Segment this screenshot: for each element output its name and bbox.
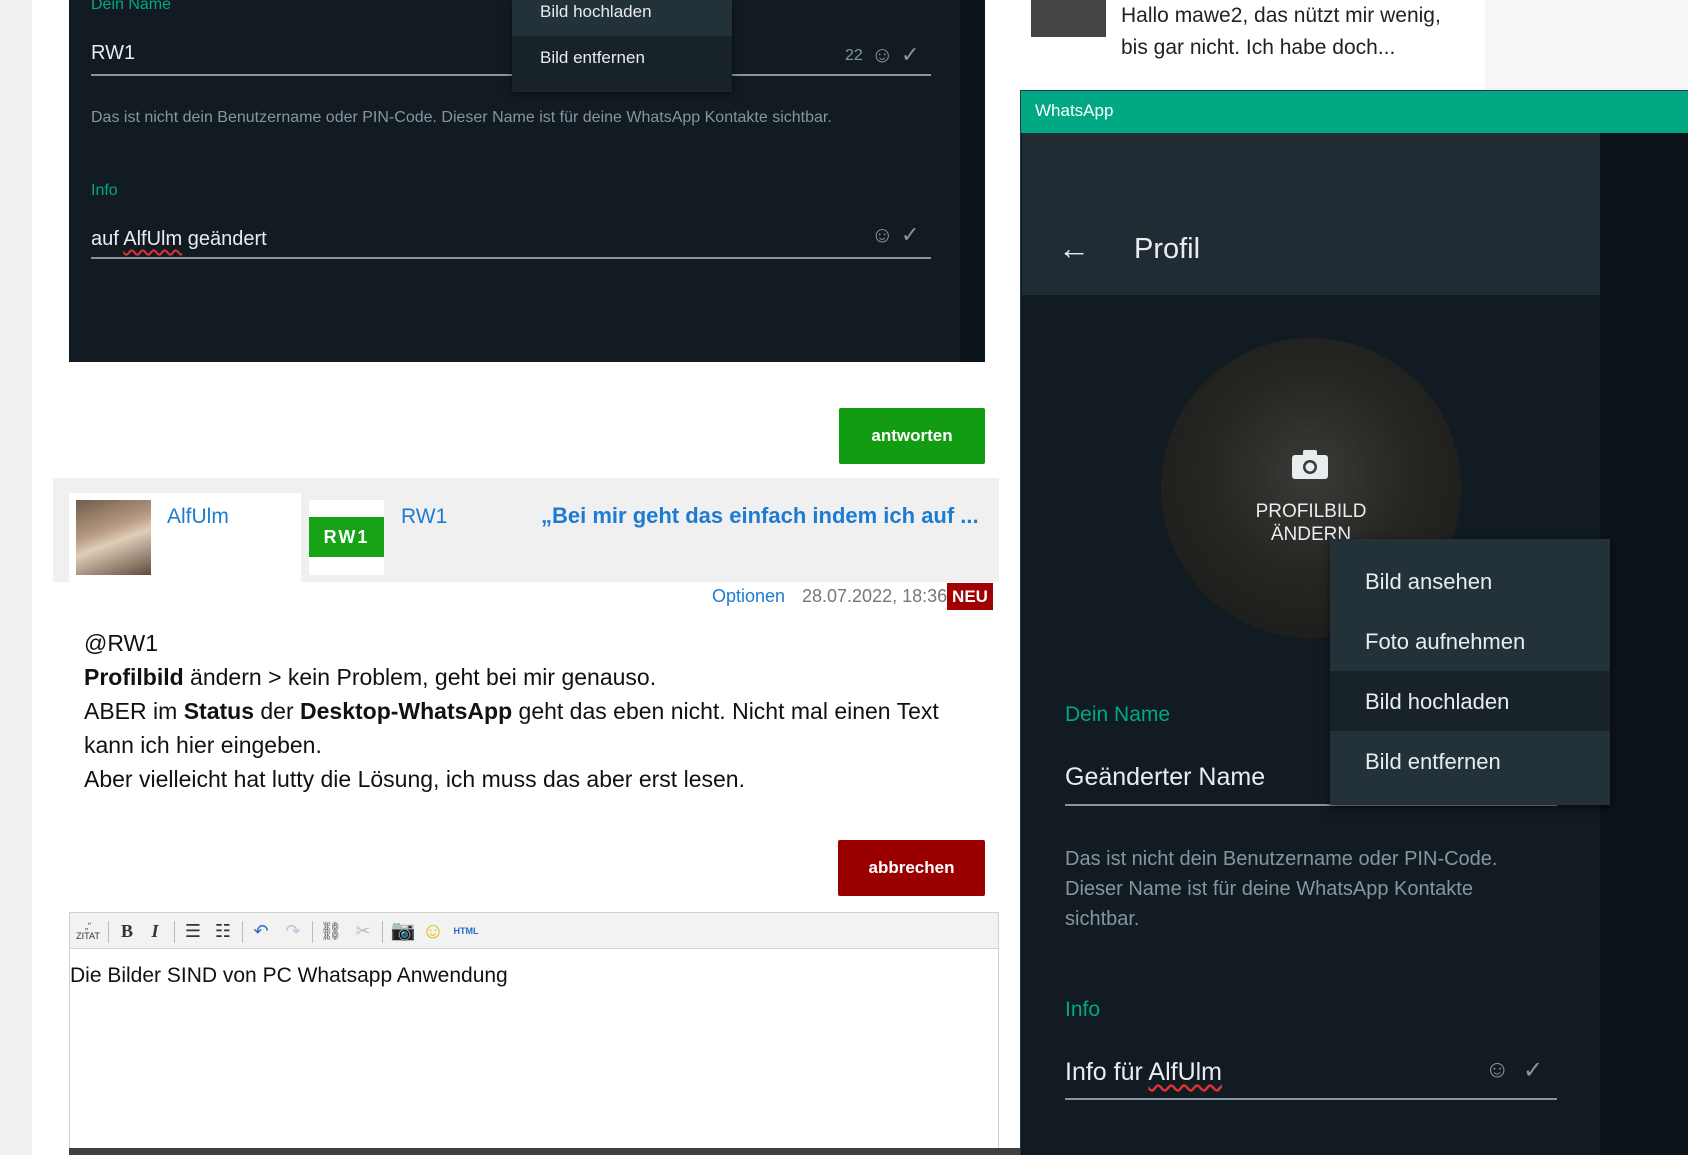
right-page-edge <box>1485 0 1688 90</box>
html-icon[interactable]: HTML <box>448 919 484 943</box>
post-line: ABER im Status der Desktop-WhatsApp geht… <box>84 698 939 758</box>
post-line: @RW1 <box>84 630 159 656</box>
page-left-margin <box>0 0 32 1155</box>
toolbar-separator <box>242 921 243 943</box>
menu-item-bild-ansehen[interactable]: Bild ansehen <box>1365 569 1492 595</box>
embedded-screenshot-edge <box>960 0 985 362</box>
avatar[interactable] <box>76 500 151 575</box>
window-titlebar[interactable] <box>1021 91 1688 133</box>
snippet-line: bis gar nicht. Ich habe doch... <box>1121 36 1396 59</box>
rw1-logo: RW1 <box>309 517 384 557</box>
quote-link[interactable]: „Bei mir geht das einfach indem ich auf … <box>541 503 979 529</box>
profile-header <box>1022 133 1600 295</box>
post-body: @RW1 Profilbild ändern > kein Problem, g… <box>84 626 984 796</box>
toolbar-separator <box>312 921 313 943</box>
avatar[interactable] <box>1031 0 1106 37</box>
italic-icon[interactable]: I <box>144 919 166 943</box>
name-underline <box>91 74 931 76</box>
menu-item-bild-hochladen[interactable]: Bild hochladen <box>1365 689 1509 715</box>
snippet-line: Hallo mawe2, das nützt mir wenig, <box>1121 4 1441 27</box>
undo-icon[interactable]: ↶ <box>248 919 274 943</box>
page-title: Profil <box>1134 233 1201 265</box>
post-line: Aber vielleicht hat lutty die Lösung, ic… <box>84 766 745 792</box>
options-link[interactable]: Optionen <box>712 586 785 607</box>
info-value: auf AlfUlm geändert <box>91 228 267 250</box>
name-input[interactable]: Geänderter Name <box>1065 763 1265 792</box>
camera-icon <box>1292 450 1328 479</box>
info-underline <box>1065 1098 1557 1100</box>
emoji-icon: ☺ <box>871 222 894 247</box>
redo-icon[interactable]: ↷ <box>280 919 306 943</box>
cancel-button[interactable]: abbrechen <box>838 840 985 896</box>
toolbar-separator <box>174 921 175 943</box>
name-value: RW1 <box>91 42 136 64</box>
bullet-list-icon[interactable]: ☰ <box>180 919 206 943</box>
toolbar-separator <box>382 921 383 943</box>
numbered-list-icon[interactable]: ☷ <box>210 919 236 943</box>
link-icon[interactable]: ⛓ <box>318 919 344 943</box>
quote-icon[interactable]: „“ ZITAT <box>74 921 102 945</box>
toolbar-separator <box>108 921 109 943</box>
answer-button[interactable]: antworten <box>839 408 985 464</box>
username-alfulm[interactable]: AlfUlm <box>167 505 229 529</box>
emoji-icon[interactable]: ☺ <box>1485 1056 1510 1084</box>
back-arrow-icon[interactable]: ← <box>1058 230 1090 267</box>
menu-item-bild-entfernen[interactable]: Bild entfernen <box>1365 749 1501 775</box>
smiley-icon[interactable]: ☺ <box>420 919 446 943</box>
name-hint: Das ist nicht dein Benutzername oder PIN… <box>1065 848 1498 930</box>
change-photo-line: PROFILBILD <box>1255 501 1367 522</box>
editor-text[interactable]: Die Bilder SIND von PC Whatsapp Anwendun… <box>70 964 508 988</box>
username-rw1[interactable]: RW1 <box>401 505 447 529</box>
info-label: Info <box>1065 998 1101 1021</box>
window-title: WhatsApp <box>1035 101 1114 120</box>
info-underline <box>91 257 931 259</box>
post-line: Profilbild ändern > kein Problem, geht b… <box>84 664 657 690</box>
unlink-icon[interactable]: ✂ <box>350 919 376 943</box>
name-label: Dein Name <box>1065 703 1171 726</box>
new-badge: NEU <box>947 583 993 610</box>
menu-item-foto-aufnehmen[interactable]: Foto aufnehmen <box>1365 629 1525 655</box>
name-label: Dein Name <box>91 0 172 13</box>
editor-toolbar: „“ ZITAT B I ☰ ☷ ↶ ↷ ⛓ ✂ 📷 ☺ HTML <box>69 912 999 949</box>
checkmark-icon: ✓ <box>901 222 920 247</box>
char-count: 22 <box>845 47 863 64</box>
embedded-context-menu: Bild hochladen Bild entfernen <box>512 0 732 92</box>
menu-item-bild-entfernen: Bild entfernen <box>540 48 645 67</box>
emoji-icon: ☺ <box>871 42 894 67</box>
info-input[interactable]: Info für AlfUlm <box>1065 1058 1222 1087</box>
checkmark-icon: ✓ <box>901 42 920 67</box>
camera-icon[interactable]: 📷 <box>388 919 418 943</box>
checkmark-icon[interactable]: ✓ <box>1523 1056 1543 1085</box>
name-hint: Das ist nicht dein Benutzername oder PIN… <box>91 109 832 126</box>
snippet-text[interactable]: Hallo mawe2, das nützt mir wenig, bis ga… <box>1121 0 1441 64</box>
info-label: Info <box>91 182 118 199</box>
bold-icon[interactable]: B <box>116 919 138 943</box>
post-date: 28.07.2022, 18:36 <box>802 586 948 606</box>
menu-item-bild-hochladen: Bild hochladen <box>540 2 652 21</box>
